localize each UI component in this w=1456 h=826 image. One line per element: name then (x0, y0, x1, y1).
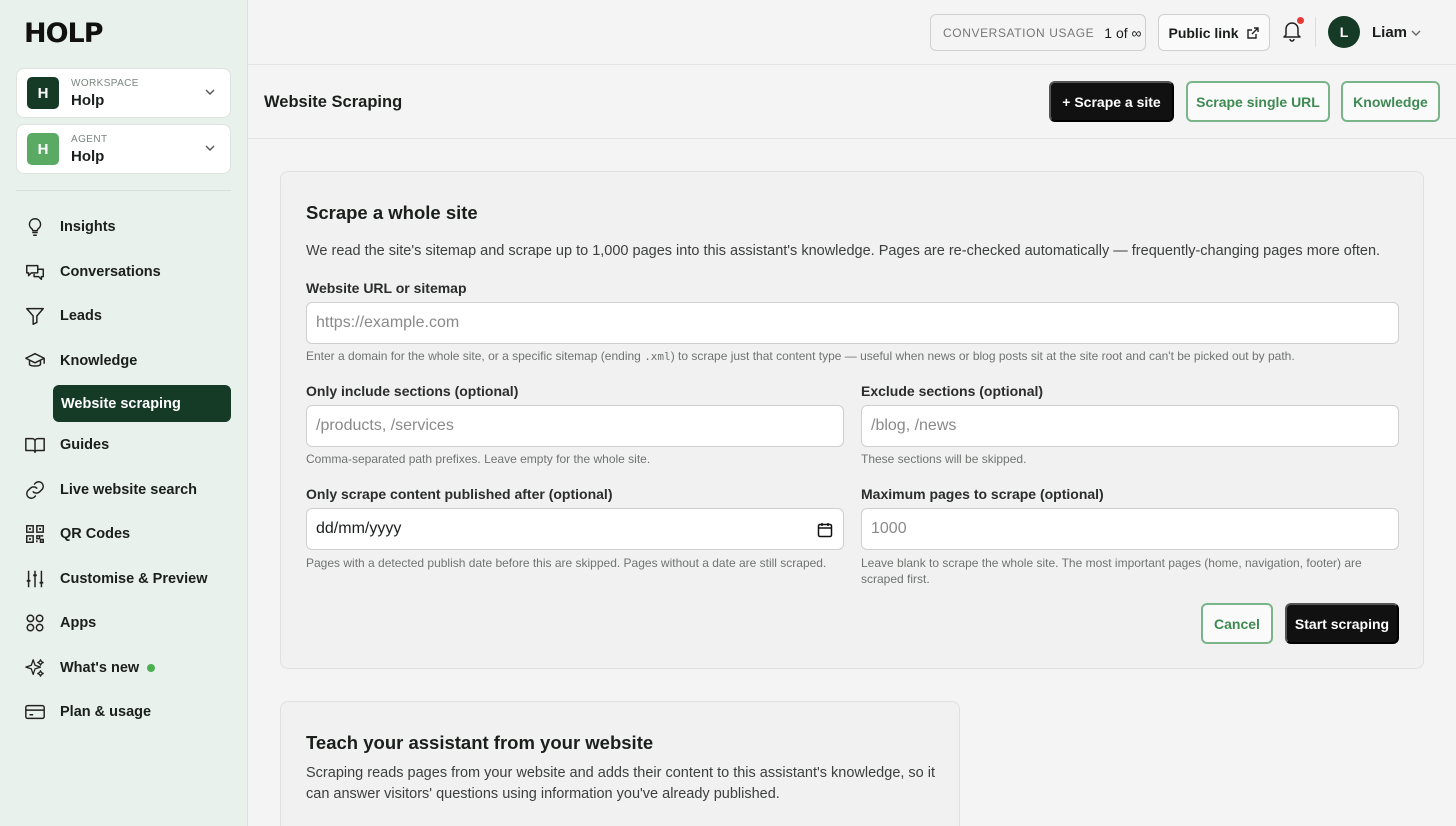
sidebar-item-conversations[interactable]: Conversations (24, 257, 161, 287)
sidebar-item-qr-codes[interactable]: QR Codes (24, 519, 130, 549)
top-bar: CONVERSATION USAGE 1 of ∞ Public link L … (248, 0, 1456, 65)
agent-avatar: H (27, 133, 59, 165)
max-pages-label: Maximum pages to scrape (optional) (861, 486, 1104, 502)
sidebar-item-label: Apps (60, 615, 97, 631)
cancel-button[interactable]: Cancel (1201, 603, 1273, 644)
sidebar-item-customise-preview[interactable]: Customise & Preview (24, 564, 207, 594)
sidebar-item-guides[interactable]: Guides (24, 430, 109, 460)
qr-code-icon (26, 525, 44, 543)
max-pages-input[interactable]: 1000 (861, 508, 1399, 550)
sidebar-item-label: Live website search (60, 482, 198, 498)
page-title: Website Scraping (264, 93, 403, 111)
exclude-sections-input[interactable]: /blog, /news (861, 405, 1399, 447)
link-icon (26, 481, 44, 499)
include-hint: Comma-separated path prefixes. Leave emp… (306, 452, 651, 466)
url-hint-text: ) to scrape just that content type — use… (670, 349, 1295, 363)
sidebar-item-leads[interactable]: Leads (24, 301, 102, 331)
chevron-down-icon[interactable] (1410, 27, 1422, 39)
date-placeholder: dd/mm/yyyy (316, 520, 402, 537)
new-indicator-dot (147, 664, 156, 672)
scrape-a-site-button[interactable]: + Scrape a site (1049, 81, 1174, 122)
funnel-icon (26, 307, 44, 325)
workspace-caption: WORKSPACE (71, 77, 139, 89)
exclude-label: Exclude sections (optional) (861, 383, 1044, 399)
logo-text: HOLP (24, 18, 104, 49)
lightbulb-icon (28, 218, 42, 236)
workspace-name: Holp (71, 91, 105, 109)
chat-bubbles-icon (26, 264, 44, 281)
sidebar-item-label: QR Codes (60, 526, 131, 542)
agent-selector[interactable]: H AGENT Holp (16, 124, 231, 174)
teach-info-card: Teach your assistant from your website S… (280, 701, 960, 826)
sidebar-item-insights[interactable]: Insights (24, 212, 116, 242)
exclude-hint: These sections will be skipped. (861, 452, 1027, 466)
sidebar-item-live-website-search[interactable]: Live website search (24, 475, 197, 505)
calendar-icon[interactable] (817, 522, 833, 538)
publish-date-input[interactable]: dd/mm/yyyy (306, 508, 844, 550)
sidebar: HOLP H WORKSPACE Holp H AGENT Holp Insig… (0, 0, 248, 826)
book-open-icon (25, 437, 45, 454)
notification-dot (1297, 17, 1304, 24)
sidebar-item-label: Knowledge (60, 353, 138, 369)
sidebar-item-plan-usage[interactable]: Plan & usage (24, 697, 151, 727)
scrape-single-url-button[interactable]: Scrape single URL (1186, 81, 1330, 122)
workspace-avatar: H (27, 77, 59, 109)
url-hint-code: .xml (644, 350, 671, 363)
sidebar-item-label: Website scraping (61, 395, 181, 412)
sidebar-item-label: Leads (60, 308, 102, 324)
form-title: Scrape a whole site (306, 202, 478, 223)
public-link-label: Public link (1168, 24, 1239, 41)
sidebar-item-label: What's new (60, 660, 140, 676)
sidebar-item-whats-new[interactable]: What's new (24, 653, 156, 683)
url-label: Website URL or sitemap (306, 280, 467, 296)
conversation-usage: CONVERSATION USAGE 1 of ∞ (930, 14, 1146, 51)
teach-description: Scraping reads pages from your website a… (306, 765, 936, 802)
sidebar-divider (16, 190, 231, 191)
sidebar-item-label: Insights (60, 219, 116, 235)
sidebar-item-label: Conversations (60, 264, 161, 280)
user-name[interactable]: Liam (1372, 24, 1407, 41)
start-scraping-button[interactable]: Start scraping (1285, 603, 1399, 644)
sidebar-item-website-scraping[interactable]: Website scraping (53, 385, 231, 422)
usage-value: 1 of ∞ (1104, 24, 1142, 41)
url-input[interactable]: https://example.com (306, 302, 1399, 344)
form-description: We read the site's sitemap and scrape up… (306, 243, 1381, 259)
date-hint: Pages with a detected publish date befor… (306, 556, 827, 570)
sidebar-item-label: Plan & usage (60, 704, 152, 720)
chevron-down-icon (205, 145, 215, 151)
public-link-button[interactable]: Public link (1158, 14, 1270, 51)
sidebar-item-knowledge[interactable]: Knowledge (24, 346, 137, 376)
sparkles-icon (25, 659, 44, 677)
sliders-icon (26, 570, 44, 588)
url-hint: Enter a domain for the whole site, or a … (306, 348, 1406, 365)
date-label: Only scrape content published after (opt… (306, 486, 613, 502)
url-hint-text: Enter a domain for the whole site, or a … (306, 349, 645, 363)
agent-caption: AGENT (71, 133, 108, 145)
scrape-site-form: Scrape a whole site We read the site's s… (280, 171, 1424, 669)
teach-title: Teach your assistant from your website (306, 732, 654, 753)
external-link-icon (1246, 26, 1259, 39)
sidebar-item-apps[interactable]: Apps (24, 608, 96, 638)
workspace-selector[interactable]: H WORKSPACE Holp (16, 68, 231, 118)
credit-card-icon (25, 704, 45, 720)
user-avatar[interactable]: L (1328, 16, 1360, 48)
include-sections-input[interactable]: /products, /services (306, 405, 844, 447)
chevron-down-icon (205, 89, 215, 95)
max-pages-hint: Leave blank to scrape the whole site. Th… (861, 556, 1362, 586)
graduation-cap-icon (25, 352, 45, 367)
apps-grid-icon (26, 614, 44, 632)
page-header: Website Scraping + Scrape a site Scrape … (248, 65, 1456, 139)
knowledge-button[interactable]: Knowledge (1341, 81, 1440, 122)
include-label: Only include sections (optional) (306, 383, 519, 399)
topbar-divider (1315, 17, 1316, 47)
sidebar-item-label: Customise & Preview (60, 571, 208, 587)
holp-logo[interactable]: HOLP (24, 18, 104, 49)
sidebar-item-label: Guides (60, 437, 110, 453)
agent-name: Holp (71, 147, 105, 165)
usage-label: CONVERSATION USAGE (943, 25, 1095, 40)
